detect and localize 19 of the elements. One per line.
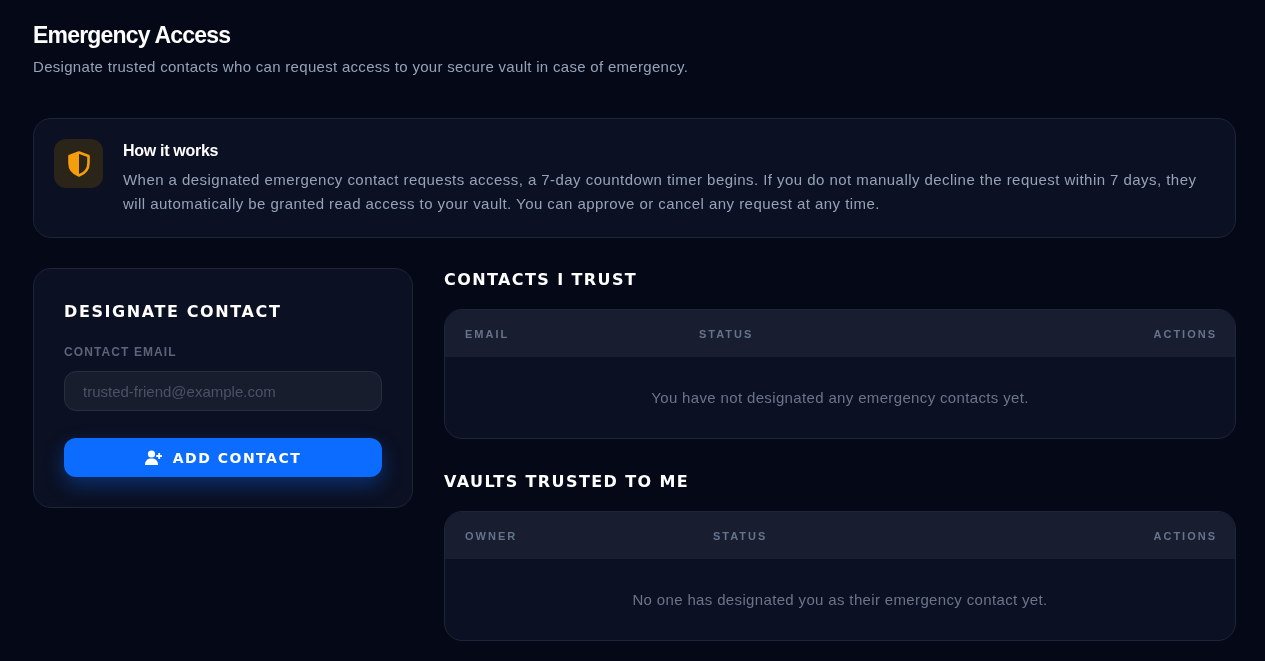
user-plus-icon [144, 450, 162, 465]
empty-state-text: You have not designated any emergency contacts yet. [651, 387, 1029, 408]
column-header: STATUS [699, 326, 754, 341]
column-header: EMAIL [465, 326, 510, 341]
page-subtitle: Designate trusted contacts who can request access to your secure vault in case of emergency. [33, 57, 689, 77]
column-header: STATUS [713, 528, 768, 543]
section-title: VAULTS TRUSTED TO ME [444, 471, 690, 493]
add-contact-button[interactable]: ADD CONTACT [64, 438, 382, 477]
column-header: ACTIONS [1153, 326, 1217, 341]
card-title: DESIGNATE CONTACT [64, 301, 282, 323]
section-title: CONTACTS I TRUST [444, 269, 638, 291]
empty-state-text: No one has designated you as their emergency contact yet. [632, 589, 1048, 610]
shield-icon [54, 139, 103, 188]
info-text: When a designated emergency contact requests access, a 7-day countdown timer begins. If you do not manually decline the request within 7 days, they will automatically be granted read access to your vault. You can approve or cancel any request at any time. [123, 170, 1198, 214]
page-title: Emergency Access [33, 21, 231, 50]
field-label: CONTACT EMAIL [64, 344, 177, 360]
column-header: OWNER [465, 528, 518, 543]
column-header: ACTIONS [1153, 528, 1217, 543]
info-title: How it works [123, 141, 219, 161]
